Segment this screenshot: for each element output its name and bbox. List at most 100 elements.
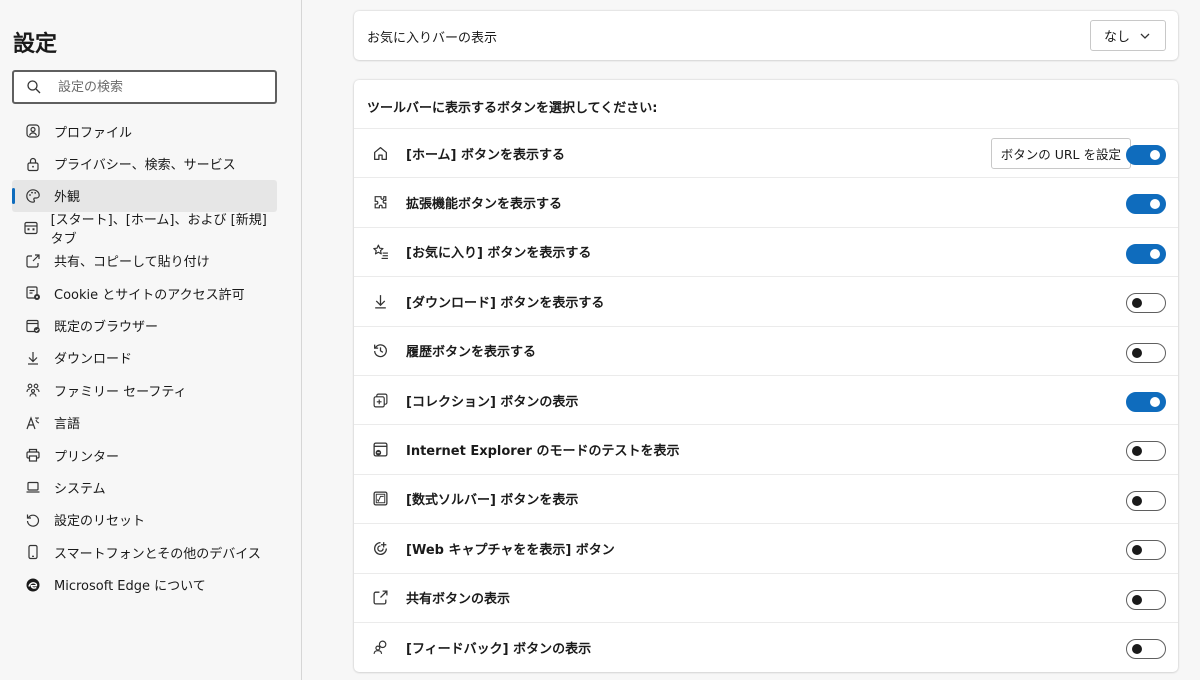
toolbar-row-label: Internet Explorer のモードのテストを表示: [406, 444, 680, 460]
history-button-toggle[interactable]: [1126, 342, 1166, 363]
sidebar-item-label: プリンター: [54, 449, 120, 465]
ie-mode-icon: [354, 441, 406, 458]
sidebar-item-appearance[interactable]: 外観: [12, 179, 277, 213]
site-permissions-icon: [12, 285, 54, 301]
sidebar-item-label: プライバシー、検索、サービス: [54, 158, 236, 174]
extensions-button-toggle[interactable]: [1126, 194, 1166, 215]
default-browser-icon: [12, 318, 54, 334]
toolbar-rows: [ホーム] ボタンを表示する ボタンの URL を設定 拡張機能ボタンを表示する…: [354, 128, 1178, 671]
sidebar-item-label: 言語: [54, 417, 81, 433]
sidebar-item-label: 外観: [54, 190, 81, 206]
sidebar-item-downloads[interactable]: ダウンロード: [12, 342, 277, 374]
sidebar-item-label: システム: [54, 481, 106, 497]
math-solver-button-toggle[interactable]: [1126, 490, 1166, 511]
search-icon: [14, 79, 54, 95]
sidebar-item-about[interactable]: Microsoft Edge について: [12, 568, 277, 600]
download-icon: [12, 350, 54, 366]
search-input[interactable]: [54, 73, 254, 101]
language-icon: [12, 415, 54, 431]
toolbar-row-label: 共有ボタンの表示: [406, 592, 511, 608]
toggle-knob: [1150, 248, 1160, 259]
home-button-toggle[interactable]: [1126, 145, 1166, 165]
toolbar-row-web-capture: [Web キャプチャをを表示] ボタン: [354, 523, 1178, 572]
palette-icon: [12, 188, 54, 204]
toolbar-row-math-solver: [数式ソルバー] ボタンを表示: [354, 473, 1178, 523]
ie-mode-button-toggle[interactable]: [1126, 441, 1166, 462]
feedback-button-toggle[interactable]: [1126, 638, 1166, 659]
share-icon: [12, 253, 54, 269]
sidebar-item-languages[interactable]: 言語: [12, 407, 277, 439]
sidebar-item-reset[interactable]: 設定のリセット: [12, 504, 277, 536]
toolbar-row-share: 共有ボタンの表示: [354, 572, 1178, 622]
toggle-knob: [1150, 396, 1160, 407]
sidebar-item-default-browser[interactable]: 既定のブラウザー: [12, 309, 277, 341]
sidebar-item-printers[interactable]: プリンター: [12, 439, 277, 471]
downloads-button-toggle[interactable]: [1126, 293, 1166, 314]
toggle-knob: [1132, 347, 1142, 358]
sidebar-item-label: 共有、コピーして貼り付け: [54, 255, 210, 271]
toggle-knob: [1150, 150, 1160, 160]
toggle-knob: [1132, 495, 1142, 506]
family-icon: [12, 382, 54, 398]
sidebar-item-profile[interactable]: プロファイル: [12, 115, 277, 147]
favorites-bar-card: お気に入りバーの表示 なし: [354, 11, 1178, 60]
sidebar-item-share-copy[interactable]: 共有、コピーして貼り付け: [12, 245, 277, 277]
sidebar-item-new-tab[interactable]: [スタート]、[ホーム]、および [新規] タブ: [12, 212, 277, 248]
toolbar-section-title: ツールバーに表示するボタンを選択してください:: [367, 101, 658, 116]
toggle-knob: [1132, 446, 1142, 457]
toolbar-row-ie-mode: Internet Explorer のモードのテストを表示: [354, 424, 1178, 473]
printer-icon: [12, 447, 54, 463]
main-content: お気に入りバーの表示 なし ツールバーに表示するボタンを選択してください: [ホ…: [303, 0, 1200, 680]
toolbar-row-extensions: 拡張機能ボタンを表示する: [354, 177, 1178, 226]
sidebar-item-label: プロファイル: [54, 125, 133, 141]
toolbar-row-label: [お気に入り] ボタンを表示する: [406, 246, 592, 262]
favorites-button-toggle[interactable]: [1126, 243, 1166, 264]
toolbar-row-favorites: [お気に入り] ボタンを表示する: [354, 226, 1178, 276]
toggle-knob: [1132, 643, 1142, 654]
collections-button-toggle[interactable]: [1126, 391, 1166, 412]
chevron-down-icon: [1139, 30, 1151, 46]
puzzle-icon: [354, 194, 406, 211]
toolbar-row-label: [数式ソルバー] ボタンを表示: [406, 493, 579, 509]
math-solver-icon: [354, 490, 406, 507]
toolbar-row-downloads: [ダウンロード] ボタンを表示する: [354, 276, 1178, 325]
sidebar-item-label: 既定のブラウザー: [54, 320, 159, 336]
toolbar-row-label: [フィードバック] ボタンの表示: [406, 641, 592, 657]
search-box[interactable]: [12, 70, 277, 104]
sidebar-item-cookies[interactable]: Cookie とサイトのアクセス許可: [12, 277, 277, 309]
toolbar-row-label: 拡張機能ボタンを表示する: [406, 197, 563, 213]
favorites-bar-selected-value: なし: [1104, 30, 1131, 45]
toolbar-row-history: 履歴ボタンを表示する: [354, 325, 1178, 375]
toolbar-row-label: [ホーム] ボタンを表示する: [406, 147, 566, 163]
sidebar-item-family[interactable]: ファミリー セーフティ: [12, 374, 277, 406]
web-capture-icon: [354, 540, 406, 557]
history-icon: [354, 342, 406, 359]
page-title: 設定: [13, 32, 58, 57]
profile-icon: [12, 123, 54, 139]
favorites-bar-label: お気に入りバーの表示: [367, 31, 498, 46]
sidebar: 設定 プロファイル プライバシー、検索、サービス 外観 [スタート]、[ホーム]…: [0, 0, 302, 680]
download-icon: [354, 293, 406, 310]
web-capture-button-toggle[interactable]: [1126, 540, 1166, 561]
share-button-toggle[interactable]: [1126, 589, 1166, 610]
favorites-bar-select[interactable]: なし: [1090, 20, 1166, 51]
sidebar-item-label: スマートフォンとその他のデバイス: [54, 546, 261, 562]
set-home-url-button[interactable]: ボタンの URL を設定: [990, 138, 1131, 169]
toolbar-row-feedback: [フィードバック] ボタンの表示: [354, 621, 1178, 671]
edge-logo-icon: [12, 577, 54, 593]
toolbar-buttons-card: ツールバーに表示するボタンを選択してください: [ホーム] ボタンを表示する ボ…: [354, 80, 1178, 672]
tabs-icon: [12, 220, 51, 236]
sidebar-nav: プロファイル プライバシー、検索、サービス 外観 [スタート]、[ホーム]、およ…: [12, 115, 277, 601]
sidebar-item-privacy[interactable]: プライバシー、検索、サービス: [12, 147, 277, 179]
phone-icon: [12, 544, 54, 560]
toggle-knob: [1132, 545, 1142, 556]
laptop-icon: [12, 479, 54, 495]
toolbar-row-label: [Web キャプチャをを表示] ボタン: [406, 542, 615, 558]
toggle-knob: [1132, 298, 1142, 309]
feedback-icon: [354, 639, 406, 656]
sidebar-item-phone[interactable]: スマートフォンとその他のデバイス: [12, 536, 277, 568]
toolbar-row-label: [ダウンロード] ボタンを表示する: [406, 295, 605, 311]
collections-icon: [354, 392, 406, 409]
sidebar-item-system[interactable]: システム: [12, 471, 277, 503]
sidebar-item-label: [スタート]、[ホーム]、および [新規] タブ: [50, 213, 267, 248]
